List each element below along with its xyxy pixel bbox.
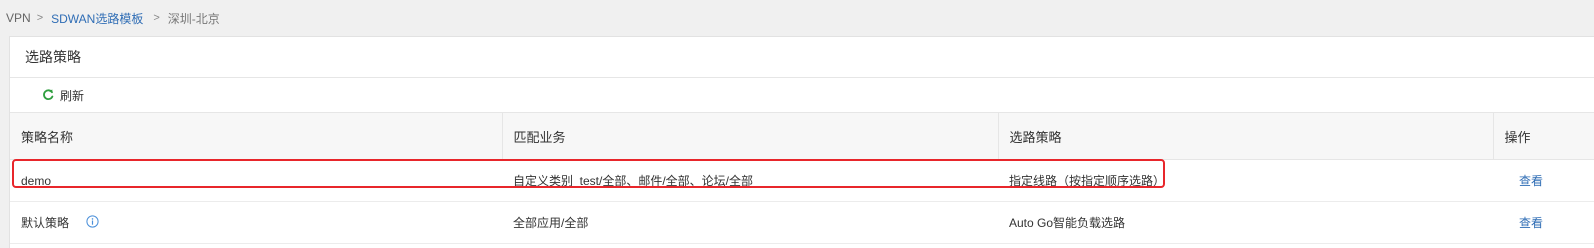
panel-title: 选路策略 xyxy=(10,37,1594,78)
breadcrumb-separator: > xyxy=(36,12,44,24)
refresh-icon xyxy=(43,89,54,100)
cell-actions: 查看 xyxy=(1493,201,1594,244)
breadcrumb-sdwan-template[interactable]: SDWAN选路模板 xyxy=(51,10,143,27)
routing-policy-panel: 选路策略 刷新 策略名称 匹配业务 选路策略 操作 demo 自定义类别_tes xyxy=(9,36,1594,248)
table-header-row: 策略名称 匹配业务 选路策略 操作 xyxy=(10,113,1594,160)
column-header-actions: 操作 xyxy=(1493,113,1594,160)
policy-name-text: 默认策略 xyxy=(21,215,70,230)
info-icon[interactable] xyxy=(86,215,99,231)
cell-routing-policy: 指定线路（按指定顺序选路） xyxy=(998,159,1493,202)
cell-policy-name: 默认策略 xyxy=(10,201,502,244)
table-row: demo 自定义类别_test/全部、邮件/全部、论坛/全部 指定线路（按指定顺… xyxy=(10,159,1594,202)
table-row: 默认策略 全部应用/全部 Auto Go智能负载选路 查看 xyxy=(10,201,1594,244)
toolbar: 刷新 xyxy=(10,78,1594,113)
breadcrumb-separator: > xyxy=(153,12,160,24)
breadcrumb-current: 深圳-北京 xyxy=(167,11,220,26)
view-link[interactable]: 查看 xyxy=(1504,174,1543,188)
cell-routing-policy: Auto Go智能负载选路 xyxy=(998,201,1493,244)
breadcrumb: VPN > SDWAN选路模板 > 深圳-北京 xyxy=(0,0,1594,36)
cell-match-business: 自定义类别_test/全部、邮件/全部、论坛/全部 xyxy=(502,159,998,202)
column-header-routing-policy: 选路策略 xyxy=(998,113,1494,160)
breadcrumb-vpn[interactable]: VPN xyxy=(6,11,31,25)
refresh-label: 刷新 xyxy=(60,88,85,103)
policy-table: 策略名称 匹配业务 选路策略 操作 demo 自定义类别_test/全部、邮件/… xyxy=(10,113,1594,244)
refresh-button[interactable]: 刷新 xyxy=(42,87,84,104)
cell-match-business: 全部应用/全部 xyxy=(502,201,998,244)
view-link[interactable]: 查看 xyxy=(1504,216,1543,230)
column-header-policy-name: 策略名称 xyxy=(10,113,503,160)
cell-actions: 查看 xyxy=(1493,159,1594,202)
cell-policy-name: demo xyxy=(10,159,502,202)
column-header-match-business: 匹配业务 xyxy=(502,113,999,160)
